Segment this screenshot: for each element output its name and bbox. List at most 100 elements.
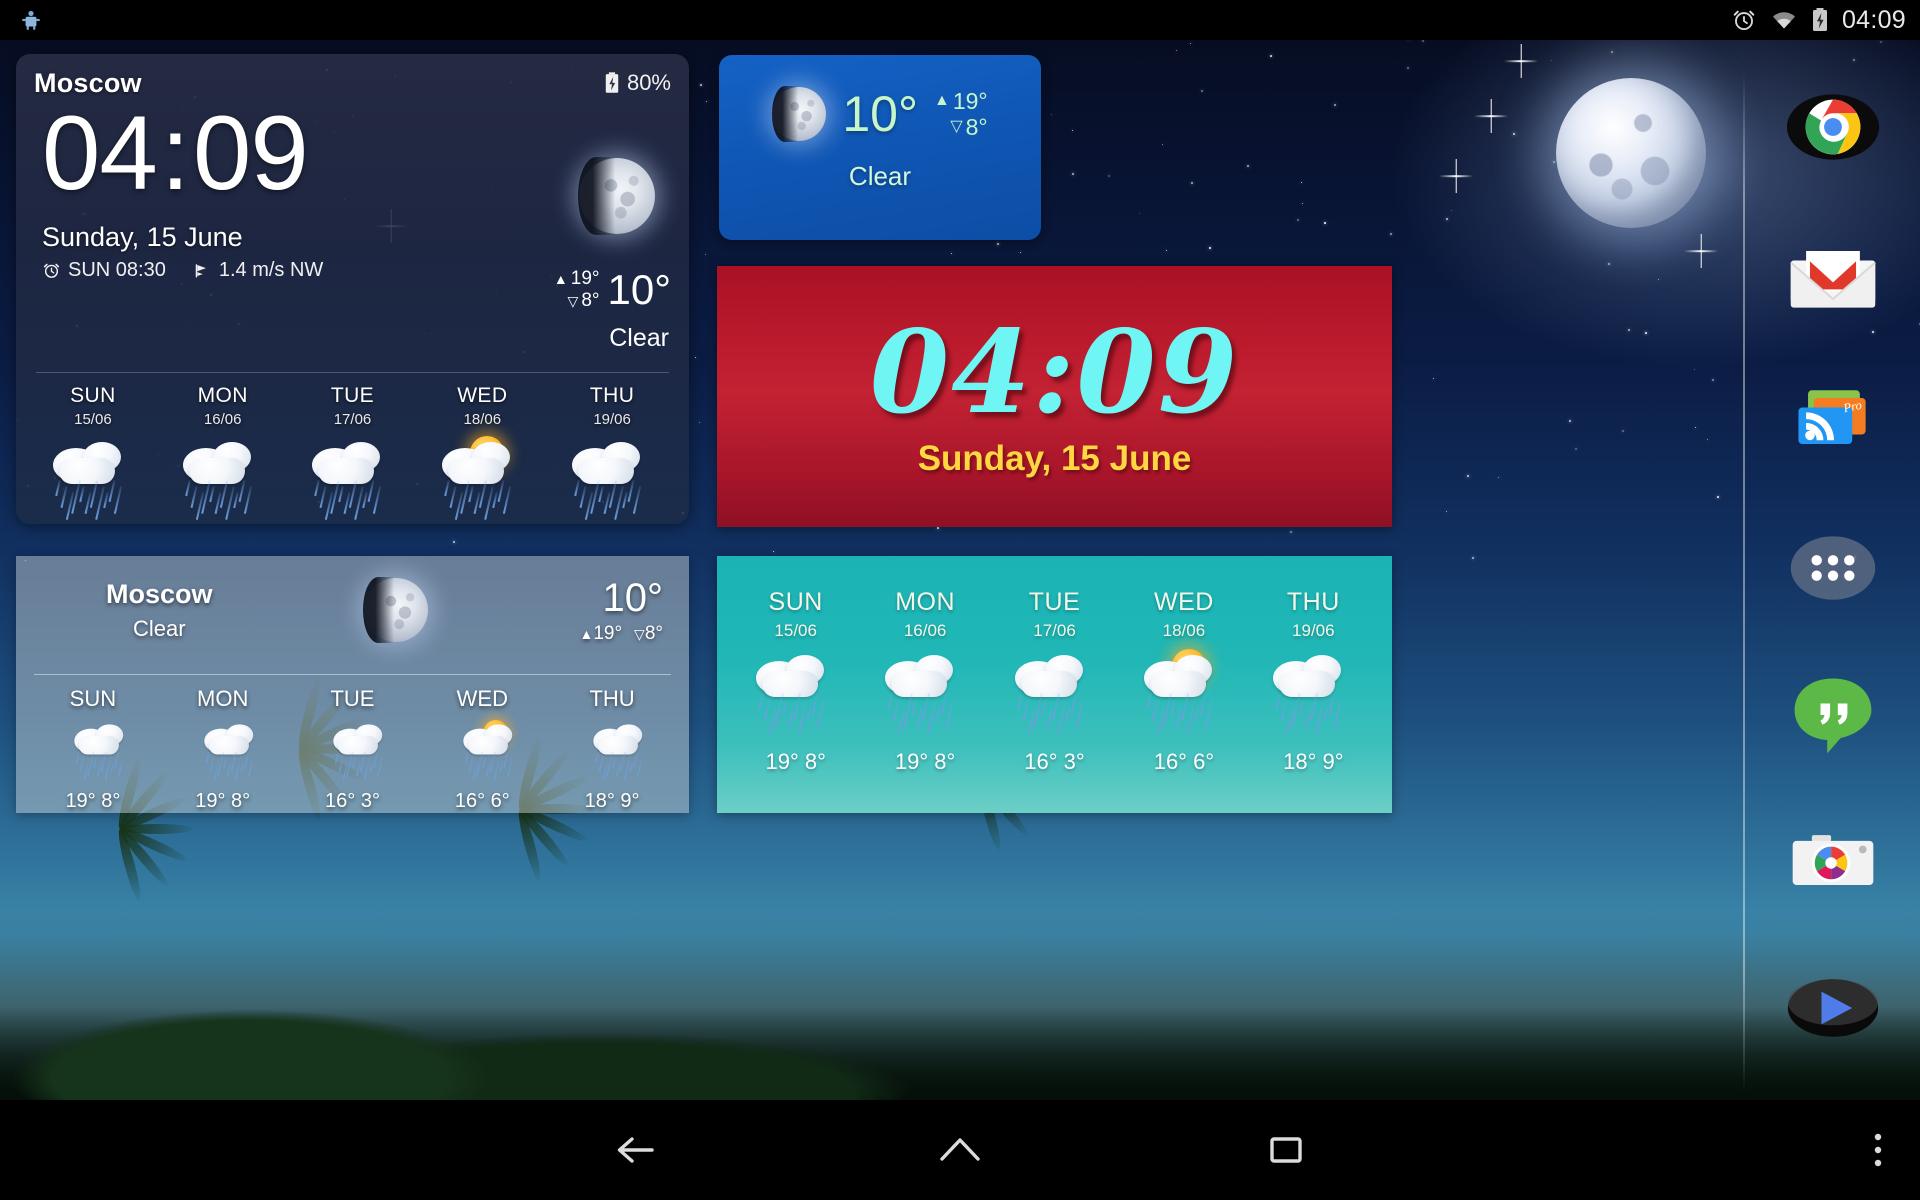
rain-icon — [1019, 693, 1083, 737]
rain-icon — [1277, 693, 1341, 737]
overflow-menu-button[interactable] — [1870, 1127, 1886, 1173]
rain-icon — [744, 649, 848, 741]
status-bar-clock: 04:09 — [1842, 6, 1906, 35]
forecast-day-name: MON — [158, 384, 288, 408]
forecast-day-temps: 16° 3° — [288, 790, 418, 813]
forecast-day-cell: WED 16° 6° — [417, 686, 547, 813]
status-bar-system-icons[interactable]: 04:09 — [1731, 6, 1906, 35]
main-widget-moon-phase — [579, 158, 655, 234]
gmail-icon[interactable] — [1785, 226, 1881, 322]
recents-button[interactable] — [1258, 1129, 1314, 1171]
hangouts-icon[interactable] — [1785, 667, 1881, 763]
forecast-day-name: WED — [417, 384, 547, 408]
grey-widget-temperature-block: 10° ▲19° ▽8° — [579, 576, 663, 645]
forecast-day-cell: WED18/0616° 6° — [417, 384, 547, 524]
rain-icon — [187, 480, 251, 524]
forecast-day-cell: TUE 16° 3° — [288, 686, 418, 813]
back-button[interactable] — [606, 1129, 662, 1171]
rain-icon — [300, 436, 404, 524]
rss-reader-pro-icon[interactable]: Pro — [1785, 373, 1881, 469]
battery-charging-icon — [1811, 7, 1829, 33]
rain-icon — [873, 649, 977, 741]
main-widget-hi-lo: ▲ 19° ▽ 8° — [554, 268, 600, 312]
main-widget-colon: : — [157, 95, 193, 212]
forecast-day-name: MON — [158, 686, 288, 712]
rain-icon — [57, 480, 121, 524]
forecast-day-name: SUN — [28, 384, 158, 408]
forecast-day-name: TUE — [288, 384, 418, 408]
wind-vane-icon — [192, 261, 212, 280]
forecast-day-temps: 19° 8° — [158, 790, 288, 813]
app-dock[interactable]: Pro — [1745, 40, 1920, 1100]
chrome-icon[interactable] — [1785, 79, 1881, 175]
rain-icon — [325, 720, 380, 768]
rain-icon — [337, 752, 383, 784]
forecast-day-cell: SUN 15/06 19° 8° — [731, 588, 860, 775]
forecast-day-name: MON — [860, 588, 989, 617]
grey-widget-forecast-row: SUN 19° 8° MON 19° 8° TUE 16° 3° WED 16° 6° THU 1… — [28, 686, 677, 813]
main-clock-weather-widget[interactable]: Moscow 80% 04:09 Sunday, 15 June SUN 08:… — [16, 54, 689, 524]
blue-widget-high: 19° — [953, 88, 988, 114]
forecast-day-cell: TUE17/0616° 3° — [990, 588, 1119, 775]
grey-weather-widget[interactable]: Moscow Clear 10° ▲19° ▽8° SUN 19° 8° MON 19… — [16, 556, 689, 813]
forecast-day-cell: MON 19° 8° — [158, 686, 288, 813]
grey-widget-condition: Clear — [106, 616, 213, 642]
forecast-day-name: TUE — [288, 686, 418, 712]
main-widget-alarm-time: SUN 08:30 — [68, 259, 166, 282]
grey-widget-city-block: Moscow Clear — [106, 579, 213, 642]
forecast-day-cell: MON16/0619° 8° — [860, 588, 989, 775]
status-bar[interactable]: 04:09 — [0, 0, 1920, 40]
main-widget-condition: Clear — [609, 324, 669, 353]
forecast-day-temps: 18° 9° — [547, 790, 677, 813]
camera-photos-icon[interactable] — [1785, 814, 1881, 910]
blue-weather-widget[interactable]: 10° ▲ 19° ▽ 8° Clear — [719, 55, 1041, 240]
rain-icon — [585, 720, 640, 768]
home-button[interactable] — [932, 1129, 988, 1171]
forecast-day-date: 17/06 — [990, 621, 1119, 641]
teal-forecast-widget[interactable]: SUN 15/06 19° 8° MON 16/06 19° 8° TUE 17/06 16° … — [717, 556, 1392, 813]
grey-widget-divider — [34, 674, 671, 675]
forecast-day-date: 17/06 — [288, 411, 418, 428]
rain-icon — [760, 693, 824, 737]
grey-widget-city: Moscow — [106, 579, 213, 610]
rain-icon — [41, 436, 145, 524]
blue-widget-condition: Clear — [719, 161, 1041, 192]
blue-widget-current-temp: 10° — [842, 85, 918, 143]
sun-rain-icon — [1132, 649, 1236, 741]
main-widget-minute: 09 — [193, 95, 308, 212]
play-video-icon[interactable] — [1785, 960, 1881, 1056]
rain-icon — [207, 752, 253, 784]
forecast-day-temps: 19° 8° — [860, 749, 989, 775]
status-bar-notifications[interactable] — [18, 7, 44, 33]
grey-widget-low: 8° — [645, 623, 663, 644]
main-widget-forecast-row: SUN15/0619° 8°MON16/0619° 8°TUE17/0616° … — [28, 384, 677, 524]
forecast-day-cell: THU 18° 9° — [547, 686, 677, 813]
rain-icon — [316, 480, 380, 524]
grey-widget-hi-lo: ▲19° ▽8° — [579, 623, 663, 645]
forecast-day-date: 18/06 — [1119, 621, 1248, 641]
rain-icon — [1003, 649, 1107, 741]
red-widget-time: 04:09 — [870, 315, 1239, 429]
star-sparkle-icon — [1490, 115, 1492, 117]
forecast-day-cell: MON16/0619° 8° — [158, 384, 288, 524]
star-sparkle-icon — [1520, 60, 1522, 62]
star-sparkle-icon — [1455, 175, 1457, 177]
main-widget-date: Sunday, 15 June — [42, 222, 671, 253]
navigation-bar[interactable] — [0, 1100, 1920, 1200]
rain-icon — [576, 480, 640, 524]
blue-widget-low: 8° — [966, 114, 988, 140]
forecast-day-temps: 16° 6° — [417, 790, 547, 813]
main-widget-low: 8° — [581, 290, 599, 312]
app-drawer-icon[interactable] — [1785, 520, 1881, 616]
forecast-day-date: 16/06 — [158, 411, 288, 428]
teal-widget-forecast-row: SUN 15/06 19° 8° MON 16/06 19° 8° TUE 17/06 16° … — [731, 588, 1378, 775]
wifi-icon — [1770, 8, 1798, 32]
blue-widget-moon-phase — [772, 87, 826, 141]
rain-icon — [171, 436, 275, 524]
forecast-day-date: 18/06 — [417, 411, 547, 428]
notification-icon — [18, 7, 44, 33]
forecast-day-name: WED — [1119, 588, 1248, 617]
alarm-icon — [42, 261, 61, 280]
red-clock-widget[interactable]: 04:09 Sunday, 15 June — [717, 266, 1392, 527]
main-widget-current-temp: 10° — [607, 266, 671, 314]
